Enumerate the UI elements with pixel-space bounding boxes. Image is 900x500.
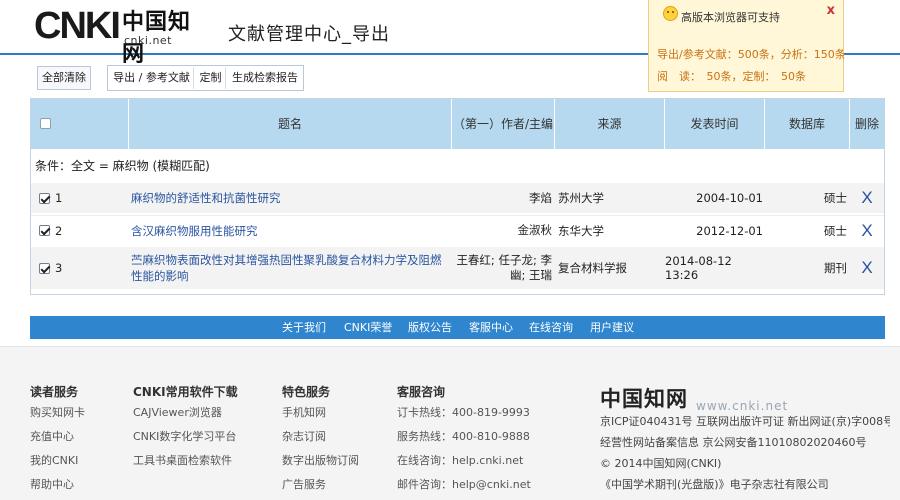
footer-url[interactable]: www.cnki.net xyxy=(696,399,788,413)
select-all-checkbox[interactable] xyxy=(40,118,51,129)
popup-limit-read: 阅 读： 50条，定制： 50条 xyxy=(657,70,806,83)
clear-all-button[interactable]: 全部清除 xyxy=(37,66,91,90)
footer-link[interactable]: 在线咨询：help.cnki.net xyxy=(397,453,531,477)
footer-col-software: CNKI常用软件下载 CAJViewer浏览器 CNKI数字化学习平台 工具书桌… xyxy=(133,383,238,477)
footer-navbar: 关于我们 CNKI荣誉 版权公告 客服中心 在线咨询 用户建议 xyxy=(30,316,885,339)
footer-link[interactable]: 购买知网卡 xyxy=(30,405,85,429)
browser-tip-popup: 高版本浏览器可支持 x 导出/参考文献：500条，分析：150条 阅 读： 50… xyxy=(648,0,846,92)
row-checkbox-cell xyxy=(31,216,51,245)
header-date[interactable]: 发表时间 xyxy=(665,99,765,149)
row-date: 2012-12-01 xyxy=(696,223,763,238)
row-checkbox[interactable] xyxy=(39,225,50,236)
header-select-all xyxy=(31,99,129,149)
row-index: 1 xyxy=(55,191,63,205)
export-table: 题名 （第一）作者/主编 来源 发表时间 数据库 删除 条件：全文 = 麻织物 … xyxy=(30,98,885,295)
footer-company: 《中国学术期刊(光盘版)》电子杂志社有限公司 xyxy=(600,478,829,491)
footer-col-reader-services: 读者服务 购买知网卡 充值中心 我的CNKI 帮助中心 xyxy=(30,383,85,500)
export-reference-button[interactable]: 导出 / 参考文献 xyxy=(110,67,194,89)
row-date: 2004-10-01 xyxy=(696,191,763,205)
row-title-link[interactable]: 含汉麻织物服用性能研究 xyxy=(131,216,451,245)
footer-link[interactable]: 杂志订阅 xyxy=(282,429,359,453)
footer-record: 经营性网站备案信息 京公网安备11010802020460号 xyxy=(600,436,867,449)
row-source: 苏州大学 xyxy=(558,191,604,205)
footer-link[interactable]: 手机知网 xyxy=(282,405,359,429)
close-icon[interactable]: x xyxy=(827,3,835,18)
row-date: 2014-08-12 13:26 xyxy=(665,254,732,282)
header-author[interactable]: （第一）作者/主编 xyxy=(452,99,555,149)
header-source[interactable]: 来源 xyxy=(555,99,665,149)
nav-about-us[interactable]: 关于我们 xyxy=(282,316,326,339)
footer-link[interactable]: 邮件咨询：help@cnki.net xyxy=(397,477,531,500)
footer-link[interactable]: CAJViewer浏览器 xyxy=(133,405,238,429)
export-button-group: 导出 / 参考文献 定制 生成检索报告 xyxy=(107,65,304,91)
footer-link[interactable]: 广告服务 xyxy=(282,477,359,500)
footer-col-heading: CNKI常用软件下载 xyxy=(133,385,238,399)
table-row: 1 麻织物的舒适性和抗菌性研究 李焰 苏州大学 2004-10-01 硕士 X xyxy=(31,183,884,213)
row-database: 硕士 xyxy=(824,191,847,205)
nav-copyright[interactable]: 版权公告 xyxy=(408,316,452,339)
delete-icon[interactable]: X xyxy=(850,216,884,245)
footer-col-heading: 客服咨询 xyxy=(397,385,446,399)
delete-icon[interactable]: X xyxy=(850,247,884,289)
smiley-icon xyxy=(663,6,678,21)
table-header: 题名 （第一）作者/主编 来源 发表时间 数据库 删除 xyxy=(31,99,884,149)
row-index: 3 xyxy=(55,261,63,275)
header-database[interactable]: 数据库 xyxy=(765,99,850,149)
row-source: 东华大学 xyxy=(558,223,604,238)
logo-url: cnki.net xyxy=(124,34,172,47)
page-title: 文献管理中心_导出 xyxy=(228,24,390,45)
footer-col-heading: 特色服务 xyxy=(282,385,331,399)
nav-customer-service[interactable]: 客服中心 xyxy=(469,316,513,339)
row-author: 王春红; 任子龙; 李幽; 王瑞 xyxy=(456,253,552,282)
header-delete: 删除 xyxy=(854,117,879,131)
footer-brand: 中国知网 www.cnki.net 京ICP证040431号 互联网出版许可证 … xyxy=(600,383,890,495)
row-index: 2 xyxy=(55,223,63,238)
cnki-logo[interactable]: CNKI 中国知网 cnki.net xyxy=(34,4,209,67)
row-checkbox-cell xyxy=(31,183,51,213)
footer-link[interactable]: 服务热线：400-810-9888 xyxy=(397,429,531,453)
footer-link[interactable]: CNKI数字化学习平台 xyxy=(133,429,238,453)
header-title[interactable]: 题名 xyxy=(129,99,452,149)
footer-link[interactable]: 我的CNKI xyxy=(30,453,85,477)
footer-link[interactable]: 订卡热线：400-819-9993 xyxy=(397,405,531,429)
footer-col-featured: 特色服务 手机知网 杂志订阅 数字出版物订阅 广告服务 xyxy=(282,383,359,500)
row-checkbox[interactable] xyxy=(39,192,50,204)
footer-link[interactable]: 充值中心 xyxy=(30,429,85,453)
footer-link[interactable]: 数字出版物订阅 xyxy=(282,453,359,477)
search-condition: 条件：全文 = 麻织物 (模糊匹配) xyxy=(35,159,210,173)
table-row: 2 含汉麻织物服用性能研究 金淑秋 东华大学 2012-12-01 硕士 X xyxy=(31,215,884,245)
logo-cnki-text: CNKI xyxy=(34,5,121,47)
row-author: 金淑秋 xyxy=(517,223,553,237)
footer-link[interactable]: 帮助中心 xyxy=(30,477,85,500)
popup-heading: 高版本浏览器可支持 xyxy=(681,11,780,24)
customize-button[interactable]: 定制 xyxy=(196,67,226,89)
row-title-link[interactable]: 麻织物的舒适性和抗菌性研究 xyxy=(131,183,451,213)
footer-license: 京ICP证040431号 互联网出版许可证 新出网证(京)字008号 xyxy=(600,415,890,428)
table-row: 3 苎麻织物表面改性对其增强热固性聚乳酸复合材料力学及阻燃性能的影响 王春红; … xyxy=(31,247,884,289)
footer-link[interactable]: 工具书桌面检索软件 xyxy=(133,453,238,477)
nav-user-suggestions[interactable]: 用户建议 xyxy=(590,316,634,339)
row-checkbox-cell xyxy=(31,247,51,289)
generate-report-button[interactable]: 生成检索报告 xyxy=(228,67,302,89)
footer: 读者服务 购买知网卡 充值中心 我的CNKI 帮助中心 CNKI常用软件下载 C… xyxy=(0,346,900,500)
row-database: 硕士 xyxy=(824,223,847,238)
row-source: 复合材料学报 xyxy=(558,261,627,275)
row-database: 期刊 xyxy=(824,261,847,275)
nav-online-consult[interactable]: 在线咨询 xyxy=(529,316,573,339)
footer-copyright: © 2014中国知网(CNKI) xyxy=(600,457,722,470)
footer-col-heading: 读者服务 xyxy=(30,385,79,399)
popup-limit-export: 导出/参考文献：500条，分析：150条 xyxy=(657,48,846,61)
row-author: 李焰 xyxy=(529,190,552,205)
row-checkbox[interactable] xyxy=(39,262,50,274)
delete-icon[interactable]: X xyxy=(850,183,884,213)
footer-col-support: 客服咨询 订卡热线：400-819-9993 服务热线：400-810-9888… xyxy=(397,383,531,500)
nav-cnki-honors[interactable]: CNKI荣誉 xyxy=(344,316,392,339)
row-title-link[interactable]: 苎麻织物表面改性对其增强热固性聚乳酸复合材料力学及阻燃性能的影响 xyxy=(131,247,451,289)
